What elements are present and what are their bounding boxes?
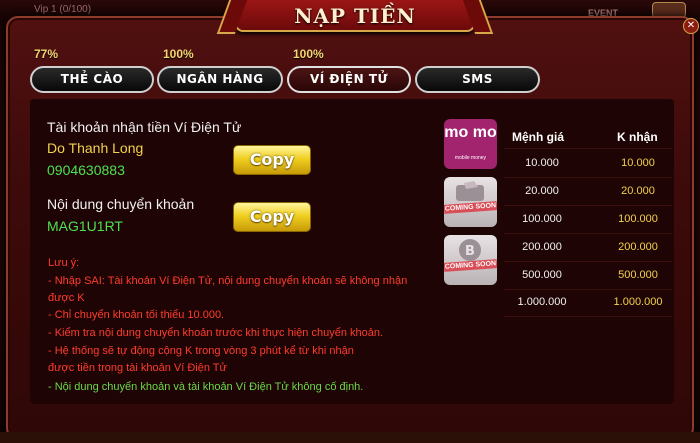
- rate-value: 200.000: [522, 241, 562, 253]
- rate-receive: 500.000: [618, 269, 658, 281]
- svg-text:B: B: [465, 244, 475, 259]
- tab-sms[interactable]: SMS: [415, 66, 540, 93]
- close-button[interactable]: ✕: [683, 18, 699, 34]
- screen: Vip 1 (0/100) EVENT NẠP TIỀN ✕ 77% 100% …: [0, 0, 700, 443]
- rate-header-k-nhan: K nhận: [617, 130, 658, 144]
- note-title: Lưu ý:: [48, 257, 80, 269]
- rate-divider: [504, 148, 672, 149]
- rate-divider: [504, 233, 672, 234]
- tab-vi-dien-tu[interactable]: VÍ ĐIỆN TỬ: [287, 66, 411, 93]
- tab-the-cao[interactable]: THẺ CÀO: [30, 66, 154, 93]
- note-line-fixed: - Nội dung chuyển khoản và tài khoản Ví …: [48, 381, 364, 393]
- tab-bonus-ngan-hang: 100%: [163, 47, 194, 61]
- close-icon: ✕: [686, 20, 696, 31]
- rate-value: 500.000: [522, 269, 562, 281]
- rate-value: 100.000: [522, 213, 562, 225]
- rate-value: 10.000: [525, 157, 559, 169]
- rate-divider: [504, 289, 672, 290]
- rate-value: 1.000.000: [517, 296, 567, 308]
- account-heading: Tài khoản nhận tiền Ví Điện Tử: [47, 119, 242, 135]
- tab-bonus-the-cao: 77%: [34, 47, 59, 61]
- tab-bonus-vi-dien-tu: 100%: [293, 47, 324, 61]
- momo-logo[interactable]: mo mo mobile money: [444, 119, 497, 169]
- zalopay-coming-soon-logo[interactable]: COMING SOON: [444, 177, 497, 227]
- momo-logo-text: mo mo: [444, 124, 497, 141]
- background-bottom-bar: [0, 432, 700, 443]
- rate-divider: [504, 261, 672, 262]
- account-number: 0904630883: [47, 162, 125, 178]
- bitcoin-coming-soon-logo[interactable]: B COMING SOON: [444, 235, 497, 285]
- momo-logo-subtext: mobile money: [454, 155, 487, 161]
- note-line: - Kiểm tra nội dung chuyển khoản trước k…: [48, 327, 384, 339]
- note-line: - Chỉ chuyển khoản tối thiểu 10.000.: [48, 309, 225, 321]
- note-line: được tiền trong tài khoản Ví Điện Tử: [48, 362, 227, 374]
- rate-header-menh-gia: Mệnh giá: [512, 130, 565, 144]
- rate-receive: 200.000: [618, 241, 658, 253]
- rate-divider: [504, 316, 672, 317]
- rate-value: 20.000: [525, 185, 559, 197]
- copy-content-button[interactable]: Copy: [233, 202, 311, 232]
- note-line: - Hệ thống sẽ tự động cộng K trong vòng …: [48, 345, 354, 357]
- rate-receive: 10.000: [621, 157, 655, 169]
- account-name: Do Thanh Long: [47, 140, 144, 156]
- copy-account-button[interactable]: Copy: [233, 145, 311, 175]
- rate-receive: 100.000: [618, 213, 658, 225]
- vip-progress: Vip 1 (0/100): [34, 4, 92, 15]
- note-line: được K: [48, 292, 85, 304]
- modal-title: NẠP TIỀN: [294, 4, 416, 28]
- tab-ngan-hang[interactable]: NGÂN HÀNG: [157, 66, 283, 93]
- rate-receive: 1.000.000: [613, 296, 663, 308]
- transfer-content-code: MAG1U1RT: [47, 218, 123, 234]
- title-banner: NẠP TIỀN: [235, 0, 475, 32]
- transfer-content-heading: Nội dung chuyển khoản: [47, 196, 195, 212]
- rate-divider: [504, 177, 672, 178]
- note-line: - Nhập SAI: Tài khoản Ví Điện Tử, nội du…: [48, 275, 408, 287]
- rate-divider: [504, 205, 672, 206]
- rate-receive: 20.000: [621, 185, 655, 197]
